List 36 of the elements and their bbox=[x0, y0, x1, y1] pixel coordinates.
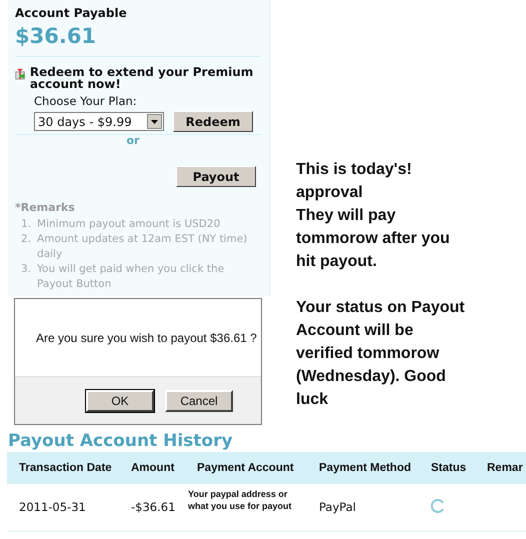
panel-title: Account Payable bbox=[15, 6, 128, 20]
column-header: Payment Account bbox=[197, 462, 294, 474]
annotation-text: Your status on Payout Account will be verified tommorow (Wednesday). Good luck bbox=[296, 298, 466, 410]
payable-amount: $36.61 bbox=[15, 24, 261, 57]
remark-number: 3. bbox=[21, 262, 32, 277]
column-header: Remar bbox=[487, 462, 523, 474]
column-header: Transaction Date bbox=[19, 462, 112, 474]
remark-item: Amount updates at 12am EST (NY time) daily bbox=[37, 232, 248, 262]
or-label: or bbox=[126, 134, 140, 147]
column-header: Status bbox=[431, 462, 466, 474]
gift-icon bbox=[15, 66, 26, 82]
table-cell-text: 2011-05-31 bbox=[18, 500, 87, 514]
dialog-message: Are you sure you wish to payout $36.61 ? bbox=[36, 330, 257, 344]
dropdown-arrow-icon bbox=[151, 120, 158, 124]
loading-spinner-icon bbox=[431, 498, 445, 512]
annotation-text: This is today's! bbox=[296, 160, 413, 180]
remarks-title: *Remarks bbox=[15, 201, 76, 214]
table-cell-text: PayPal bbox=[318, 500, 357, 514]
remark-number: 2. bbox=[21, 232, 32, 247]
table-cell-text: Your paypal address or what you use for payout bbox=[187, 488, 293, 512]
payout-button[interactable]: Payout bbox=[176, 166, 256, 187]
remark-item: Minimum payout amount is USD20 bbox=[37, 217, 222, 232]
dialog-button[interactable]: OK bbox=[86, 390, 154, 412]
annotation-text: approval bbox=[296, 183, 364, 203]
remark-number: 1. bbox=[21, 217, 32, 232]
history-title: Payout Account History bbox=[8, 432, 234, 450]
annotation-text: They will pay tommorow after you hit payout. bbox=[296, 206, 451, 272]
remark-item: You will get paid when you click the Payout Button bbox=[37, 262, 226, 292]
redeem-heading: Redeem to extend your Premium account now! bbox=[30, 66, 254, 90]
redeem-button[interactable]: Redeem bbox=[173, 111, 253, 132]
dialog-button[interactable]: Cancel bbox=[165, 390, 233, 412]
plan-dropdown[interactable]: 30 days - $9.99 bbox=[34, 112, 164, 131]
plan-label: Choose Your Plan: bbox=[34, 94, 138, 108]
column-header: Payment Method bbox=[319, 462, 412, 474]
column-header: Amount bbox=[131, 462, 174, 474]
table-cell-text: -$36.61 bbox=[130, 500, 176, 514]
